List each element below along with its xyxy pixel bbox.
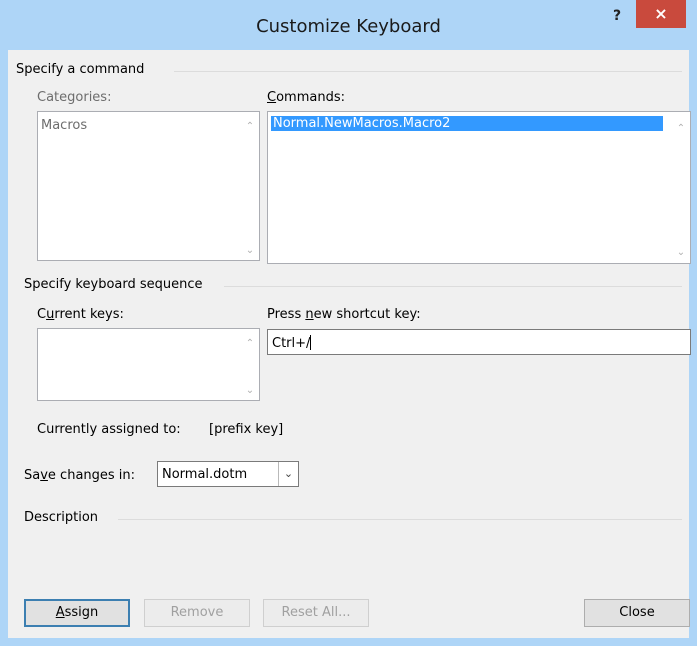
save-changes-value: Normal.dotm: [162, 467, 248, 482]
help-button[interactable]: ?: [605, 6, 629, 28]
chevron-down-icon[interactable]: ⌄: [278, 462, 298, 486]
current-keys-scrollbar[interactable]: ⌃ ⌄: [242, 329, 259, 400]
commands-scrollbar[interactable]: ⌃ ⌄: [673, 112, 690, 263]
list-item[interactable]: Normal.NewMacros.Macro2: [271, 116, 663, 131]
currently-assigned-label: Currently assigned to:: [37, 422, 181, 437]
chevron-up-icon[interactable]: ⌃: [245, 122, 255, 132]
reset-all-button[interactable]: Reset All...: [263, 599, 369, 627]
categories-label: Categories:: [37, 90, 112, 105]
commands-label: Commands:: [267, 90, 345, 105]
close-window-button[interactable]: ×: [636, 0, 686, 28]
categories-listbox[interactable]: Macros ⌃ ⌄: [37, 111, 260, 261]
chevron-up-icon[interactable]: ⌃: [245, 339, 255, 349]
save-changes-select[interactable]: Normal.dotm ⌄: [157, 461, 299, 487]
dialog-body: Specify a command Categories: Macros ⌃ ⌄…: [8, 50, 691, 638]
close-button[interactable]: Close: [584, 599, 690, 627]
chevron-down-icon[interactable]: ⌄: [245, 246, 255, 256]
specify-command-group-label: Specify a command: [16, 62, 145, 77]
group-divider: [118, 519, 682, 520]
title-bar: Customize Keyboard ? ×: [0, 0, 697, 50]
text-caret: [310, 335, 312, 350]
description-group-label: Description: [24, 510, 99, 525]
assign-button[interactable]: Assign: [24, 599, 130, 627]
current-keys-listbox[interactable]: ⌃ ⌄: [37, 328, 260, 401]
group-divider: [174, 71, 682, 72]
chevron-up-icon[interactable]: ⌃: [676, 124, 686, 134]
group-divider: [224, 286, 682, 287]
press-new-shortcut-label: Press new shortcut key:: [267, 307, 421, 322]
currently-assigned-value: [prefix key]: [209, 422, 284, 437]
window-title: Customize Keyboard: [256, 16, 441, 37]
commands-listbox[interactable]: Normal.NewMacros.Macro2 ⌃ ⌄: [267, 111, 691, 264]
chevron-down-icon[interactable]: ⌄: [676, 248, 686, 258]
list-item[interactable]: Macros: [41, 118, 87, 133]
customize-keyboard-dialog: Customize Keyboard ? × Specify a command…: [0, 0, 697, 646]
new-shortcut-input[interactable]: Ctrl+/: [267, 329, 691, 355]
save-changes-label: Save changes in:: [24, 468, 136, 483]
chevron-down-icon[interactable]: ⌄: [245, 386, 255, 396]
current-keys-label: Current keys:: [37, 307, 124, 322]
new-shortcut-value: Ctrl+/: [272, 336, 311, 351]
categories-scrollbar[interactable]: ⌃ ⌄: [242, 112, 259, 260]
remove-button[interactable]: Remove: [144, 599, 250, 627]
keyboard-sequence-group-label: Specify keyboard sequence: [24, 277, 203, 292]
